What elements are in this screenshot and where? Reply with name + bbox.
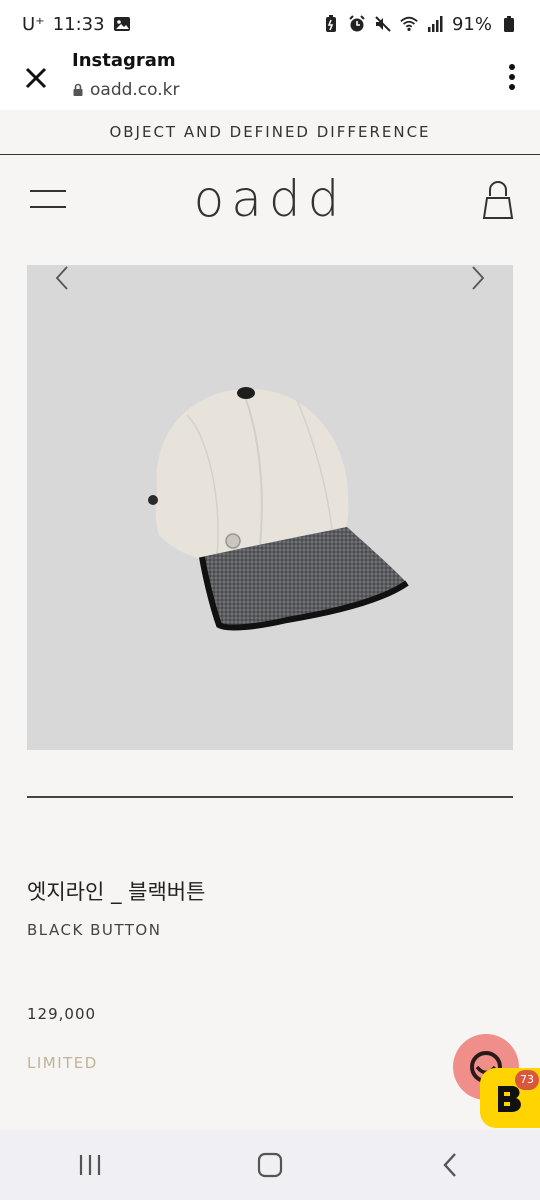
wifi-icon [400,15,418,33]
battery-level: 91% [451,13,492,35]
shopping-bag-icon[interactable] [481,180,515,220]
battery-saver-icon [322,15,340,33]
browser-title: Instagram [72,50,176,71]
alarm-icon [348,15,366,33]
url-text: oadd.co.kr [90,80,180,100]
site-logo[interactable]: oadd [0,170,540,228]
mute-icon [374,15,392,33]
battery-icon [500,15,518,33]
more-options-icon[interactable] [506,62,518,92]
clock: 11:33 [52,13,105,35]
product-name-korean: 엣지라인 _ 블랙버튼 [27,880,206,904]
system-navigation-bar [0,1130,540,1200]
site-header: oadd [0,156,540,246]
signal-icon [426,15,444,33]
back-icon[interactable] [420,1140,480,1190]
status-bar: U⁺ 11:33 91% [0,0,540,48]
limited-tag: LIMITED [27,1054,98,1072]
notification-count-badge: 73 [515,1070,539,1090]
cap-product-image [148,387,409,631]
gallery-icon [113,15,131,33]
close-icon[interactable] [22,64,50,92]
browser-url: oadd.co.kr [72,80,180,100]
product-price: 129,000 [27,1005,97,1023]
product-image-carousel[interactable] [27,265,513,750]
home-icon[interactable] [240,1140,300,1190]
lock-icon [73,83,83,96]
top-banner: OBJECT AND DEFINED DIFFERENCE [0,110,540,155]
product-name-english: BLACK BUTTON [27,921,162,939]
carrier-label: U⁺ [22,13,45,35]
in-app-browser-bar: Instagram oadd.co.kr [0,48,540,110]
section-divider [27,796,513,798]
recent-apps-icon[interactable] [60,1140,120,1190]
banner-text: OBJECT AND DEFINED DIFFERENCE [109,123,431,141]
